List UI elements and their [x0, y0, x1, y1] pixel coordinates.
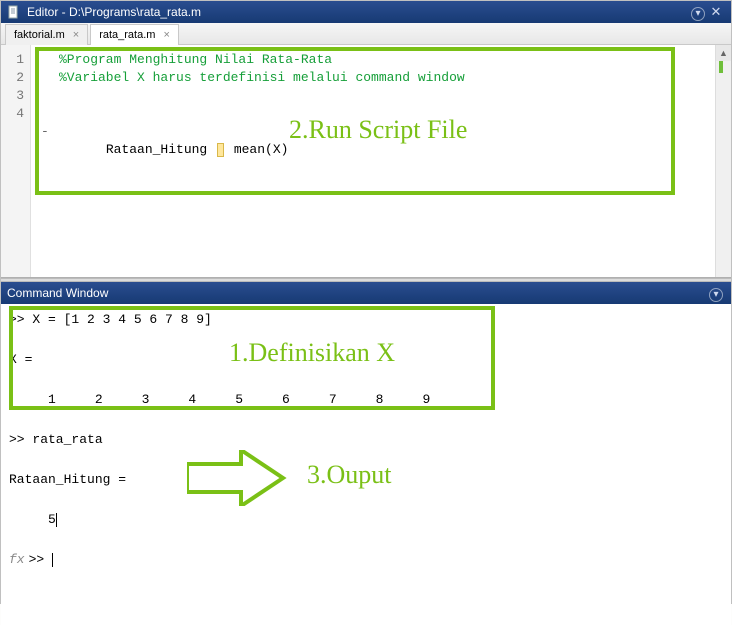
command-prompt: >>: [29, 552, 52, 567]
command-line: >> X = [1 2 3 4 5 6 7 8 9]: [9, 310, 723, 330]
tab-faktorial[interactable]: faktorial.m ×: [5, 24, 88, 45]
code-comment: %Variabel X harus terdefinisi melalui co…: [59, 70, 465, 85]
command-titlebar: Command Window ▾: [1, 282, 731, 304]
editor-pane: 1 2 3 4 %Program Menghitung Nilai Rata-R…: [1, 45, 731, 278]
gutter-line: 1: [1, 51, 30, 69]
code-text: mean(X): [226, 142, 288, 157]
tab-rata-rata[interactable]: rata_rata.m ×: [90, 24, 179, 45]
code-status-strip: [719, 61, 723, 73]
editor-close-button[interactable]: ✕: [707, 4, 725, 20]
command-line: X =: [9, 350, 723, 370]
code-text: Rataan_Hitung: [106, 142, 215, 157]
command-title: Command Window: [7, 286, 707, 300]
editor-cursor: [217, 143, 224, 157]
editor-title: Editor - D:\Programs\rata_rata.m: [27, 5, 689, 19]
command-line: 1 2 3 4 5 6 7 8 9: [9, 390, 723, 410]
fx-icon[interactable]: fx: [9, 552, 25, 567]
gutter-line: 4: [1, 105, 30, 123]
tab-label: rata_rata.m: [99, 29, 155, 41]
close-icon[interactable]: ×: [73, 29, 79, 41]
text-caret: [52, 553, 53, 567]
section-dash: -: [41, 123, 49, 141]
command-line: Rataan_Hitung =: [9, 470, 723, 490]
command-line: >> rata_rata: [9, 430, 723, 450]
tab-label: faktorial.m: [14, 29, 65, 41]
scroll-up-icon[interactable]: ▲: [716, 45, 731, 61]
editor-code-area[interactable]: %Program Menghitung Nilai Rata-Rata %Var…: [31, 45, 715, 277]
command-line: 5: [9, 512, 56, 527]
editor-restore-button[interactable]: ▾: [689, 4, 707, 21]
editor-tabbar: faktorial.m × rata_rata.m ×: [1, 23, 731, 45]
editor-scrollbar[interactable]: ▲: [715, 45, 731, 277]
command-pane: >> X = [1 2 3 4 5 6 7 8 9] X = 1 2 3 4 5…: [1, 304, 731, 625]
command-content[interactable]: >> X = [1 2 3 4 5 6 7 8 9] X = 1 2 3 4 5…: [1, 304, 731, 625]
gutter-line: 3: [1, 87, 30, 105]
text-caret: [56, 513, 57, 527]
code-comment: %Program Menghitung Nilai Rata-Rata: [59, 52, 332, 67]
editor-titlebar: Editor - D:\Programs\rata_rata.m ▾ ✕: [1, 1, 731, 23]
editor-file-icon: [7, 5, 21, 19]
close-icon[interactable]: ×: [163, 29, 169, 41]
gutter-line: 2: [1, 69, 30, 87]
editor-gutter: 1 2 3 4: [1, 45, 31, 277]
command-menu-button[interactable]: ▾: [707, 285, 725, 302]
